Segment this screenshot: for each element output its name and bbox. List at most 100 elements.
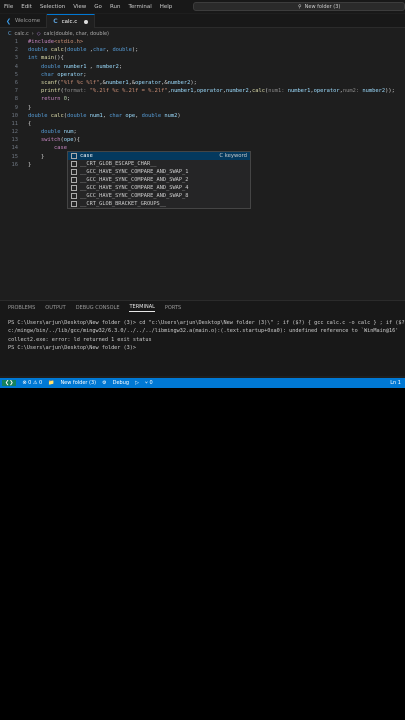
tab-calc-c[interactable]: C calc.c	[47, 14, 96, 28]
line-number: 9	[14, 104, 18, 111]
terminal-output[interactable]: PS C:\Users\arjun\Desktop\New folder (3)…	[0, 319, 405, 352]
line-number: 12	[11, 129, 19, 136]
code-text[interactable]: case	[28, 144, 67, 152]
code-line[interactable]: 1 #include<stdio.h>	[0, 38, 405, 46]
suggest-item[interactable]: __GCC_HAVE_SYNC_COMPARE_AND_SWAP_2	[68, 176, 250, 184]
menu-file[interactable]: File	[0, 4, 17, 10]
search-label: New folder (3)	[304, 3, 341, 10]
menu-terminal[interactable]: Terminal	[124, 4, 155, 10]
menu-view[interactable]: View	[69, 4, 90, 10]
code-text[interactable]: return 0;	[28, 95, 70, 103]
panel-tab-debug-console[interactable]: DEBUG CONSOLE	[76, 305, 120, 311]
keyword-icon	[71, 193, 77, 199]
menu-go[interactable]: Go	[90, 4, 106, 10]
remote-icon[interactable]: ❮❯	[2, 380, 17, 386]
panel-tab-problems[interactable]: PROBLEMS	[8, 305, 35, 311]
code-text[interactable]: }	[28, 161, 31, 169]
code-line[interactable]: 6 scanf("%lf %c %lf",&number1,&operator,…	[0, 79, 405, 87]
panel-tab-terminal[interactable]: TERMINAL	[129, 304, 155, 312]
menu-selection[interactable]: Selection	[36, 4, 69, 10]
debug-icon: ⚙	[102, 380, 107, 386]
tab-label: Welcome	[15, 18, 41, 24]
status-folder[interactable]: New folder (3)	[60, 380, 96, 386]
tab-welcome[interactable]: ❮ Welcome	[0, 14, 48, 28]
status-debug[interactable]: Debug	[113, 380, 129, 386]
code-line[interactable]: 4 double number1 , number2;	[0, 63, 405, 71]
code-text[interactable]: {	[28, 120, 31, 128]
keyword-icon	[71, 161, 77, 167]
line-number: 6	[14, 79, 18, 86]
line-number: 2	[14, 47, 18, 54]
suggest-item[interactable]: __CRT_GLOB_BRACKET_GROUPS__	[68, 200, 250, 208]
chevron-right-icon: ›	[31, 30, 34, 37]
ports-count[interactable]: ⑂ 0	[145, 380, 153, 386]
code-line[interactable]: 7 printf(format: "%.2lf %c %.2lf = %.2lf…	[0, 87, 405, 95]
panel-tabs: PROBLEMS OUTPUT DEBUG CONSOLE TERMINAL PORTS	[0, 301, 405, 315]
code-line[interactable]: 13 switch(ope){	[0, 136, 405, 144]
line-number: 1	[14, 39, 18, 45]
suggest-label: case	[80, 153, 93, 159]
line-number: 8	[14, 96, 18, 103]
line-number: 4	[14, 63, 18, 70]
code-text[interactable]: scanf("%lf %c %lf",&number1,&operator,&n…	[28, 79, 197, 87]
suggest-item[interactable]: __GCC_HAVE_SYNC_COMPARE_AND_SWAP_8	[68, 192, 250, 200]
unsaved-dot-icon[interactable]	[84, 19, 89, 24]
keyword-icon	[71, 153, 77, 159]
menu-edit[interactable]: Edit	[17, 4, 36, 10]
keyword-icon	[71, 169, 77, 175]
code-text[interactable]: printf(format: "%.2lf %c %.2lf = %.2lf",…	[28, 87, 395, 95]
suggest-item[interactable]: __GCC_HAVE_SYNC_COMPARE_AND_SWAP_1	[68, 168, 250, 176]
code-text[interactable]: switch(ope){	[28, 136, 80, 144]
menu-help[interactable]: Help	[156, 4, 177, 10]
autocomplete-suggest-widget: case C keyword __CRT_GLOB_ESCAPE_CHAR__ __G…	[67, 151, 251, 209]
terminal-line: collect2.exe: error: ld returned 1 exit …	[8, 336, 152, 343]
code-line[interactable]: 2 double calc(double ,char, double);	[0, 46, 405, 54]
code-line[interactable]: 11 {	[0, 120, 405, 128]
suggest-item[interactable]: __CRT_GLOB_ESCAPE_CHAR__	[68, 160, 250, 168]
terminal-line: PS C:\Users\arjun\Desktop\New folder (3)…	[8, 344, 140, 351]
panel-tab-ports[interactable]: PORTS	[165, 305, 181, 311]
line-number: 15	[11, 153, 19, 160]
code-editor[interactable]: 1 #include<stdio.h> 2 double calc(double ,c…	[0, 38, 405, 169]
suggest-item[interactable]: __GCC_HAVE_SYNC_COMPARE_AND_SWAP_4	[68, 184, 250, 192]
line-number: 10	[11, 112, 19, 119]
editor-tabs: ❮ Welcome C calc.c	[0, 14, 405, 28]
code-line[interactable]: 5 char operator;	[0, 71, 405, 79]
code-text[interactable]: }	[28, 153, 44, 161]
code-line[interactable]: 3 int main(){	[0, 54, 405, 62]
menu-run[interactable]: Run	[106, 4, 125, 10]
keyword-icon	[71, 185, 77, 191]
line-number: 11	[11, 120, 19, 127]
suggest-label: __GCC_HAVE_SYNC_COMPARE_AND_SWAP_1	[80, 169, 189, 175]
code-text[interactable]: double calc(double num1, char ope, doubl…	[28, 112, 181, 120]
suggest-label: __GCC_HAVE_SYNC_COMPARE_AND_SWAP_2	[80, 177, 189, 183]
code-line[interactable]: 10 double calc(double num1, char ope, dou…	[0, 112, 405, 120]
breadcrumb-symbol[interactable]: calc(double, char, double)	[44, 31, 109, 37]
run-icon[interactable]: ▷	[135, 380, 139, 386]
line-number: 16	[11, 161, 19, 168]
suggest-label: __CRT_GLOB_BRACKET_GROUPS__	[80, 201, 167, 207]
problems-count[interactable]: ⊗ 0 ⚠ 0	[22, 380, 42, 386]
command-center-search[interactable]: ⚲ New folder (3)	[193, 2, 405, 11]
code-line[interactable]: 8 return 0;	[0, 95, 405, 103]
code-text[interactable]: #include<stdio.h>	[28, 38, 83, 46]
panel-tab-output[interactable]: OUTPUT	[45, 305, 65, 311]
breadcrumb-file[interactable]: calc.c	[15, 31, 29, 37]
code-text[interactable]: int main(){	[28, 54, 64, 62]
breadcrumb: C calc.c › ◇ calc(double, char, double)	[8, 29, 109, 38]
suggest-item[interactable]: case C keyword	[68, 152, 250, 160]
code-text[interactable]: }	[28, 104, 31, 112]
code-line[interactable]: 9}	[0, 104, 405, 112]
line-number: 14	[11, 145, 19, 152]
code-text[interactable]: double calc(double ,char, double);	[28, 46, 138, 54]
search-icon: ⚲	[298, 3, 302, 10]
code-line[interactable]: 12 double num;	[0, 128, 405, 136]
tab-label: calc.c	[61, 18, 78, 25]
code-text[interactable]: char operator;	[28, 71, 86, 79]
line-number: 3	[14, 55, 18, 62]
c-file-icon: C	[8, 30, 12, 37]
code-text[interactable]: double num;	[28, 128, 77, 136]
suggest-label: __GCC_HAVE_SYNC_COMPARE_AND_SWAP_8	[80, 193, 189, 199]
cursor-position[interactable]: Ln 1	[390, 380, 405, 386]
code-text[interactable]: double number1 , number2;	[28, 63, 122, 71]
